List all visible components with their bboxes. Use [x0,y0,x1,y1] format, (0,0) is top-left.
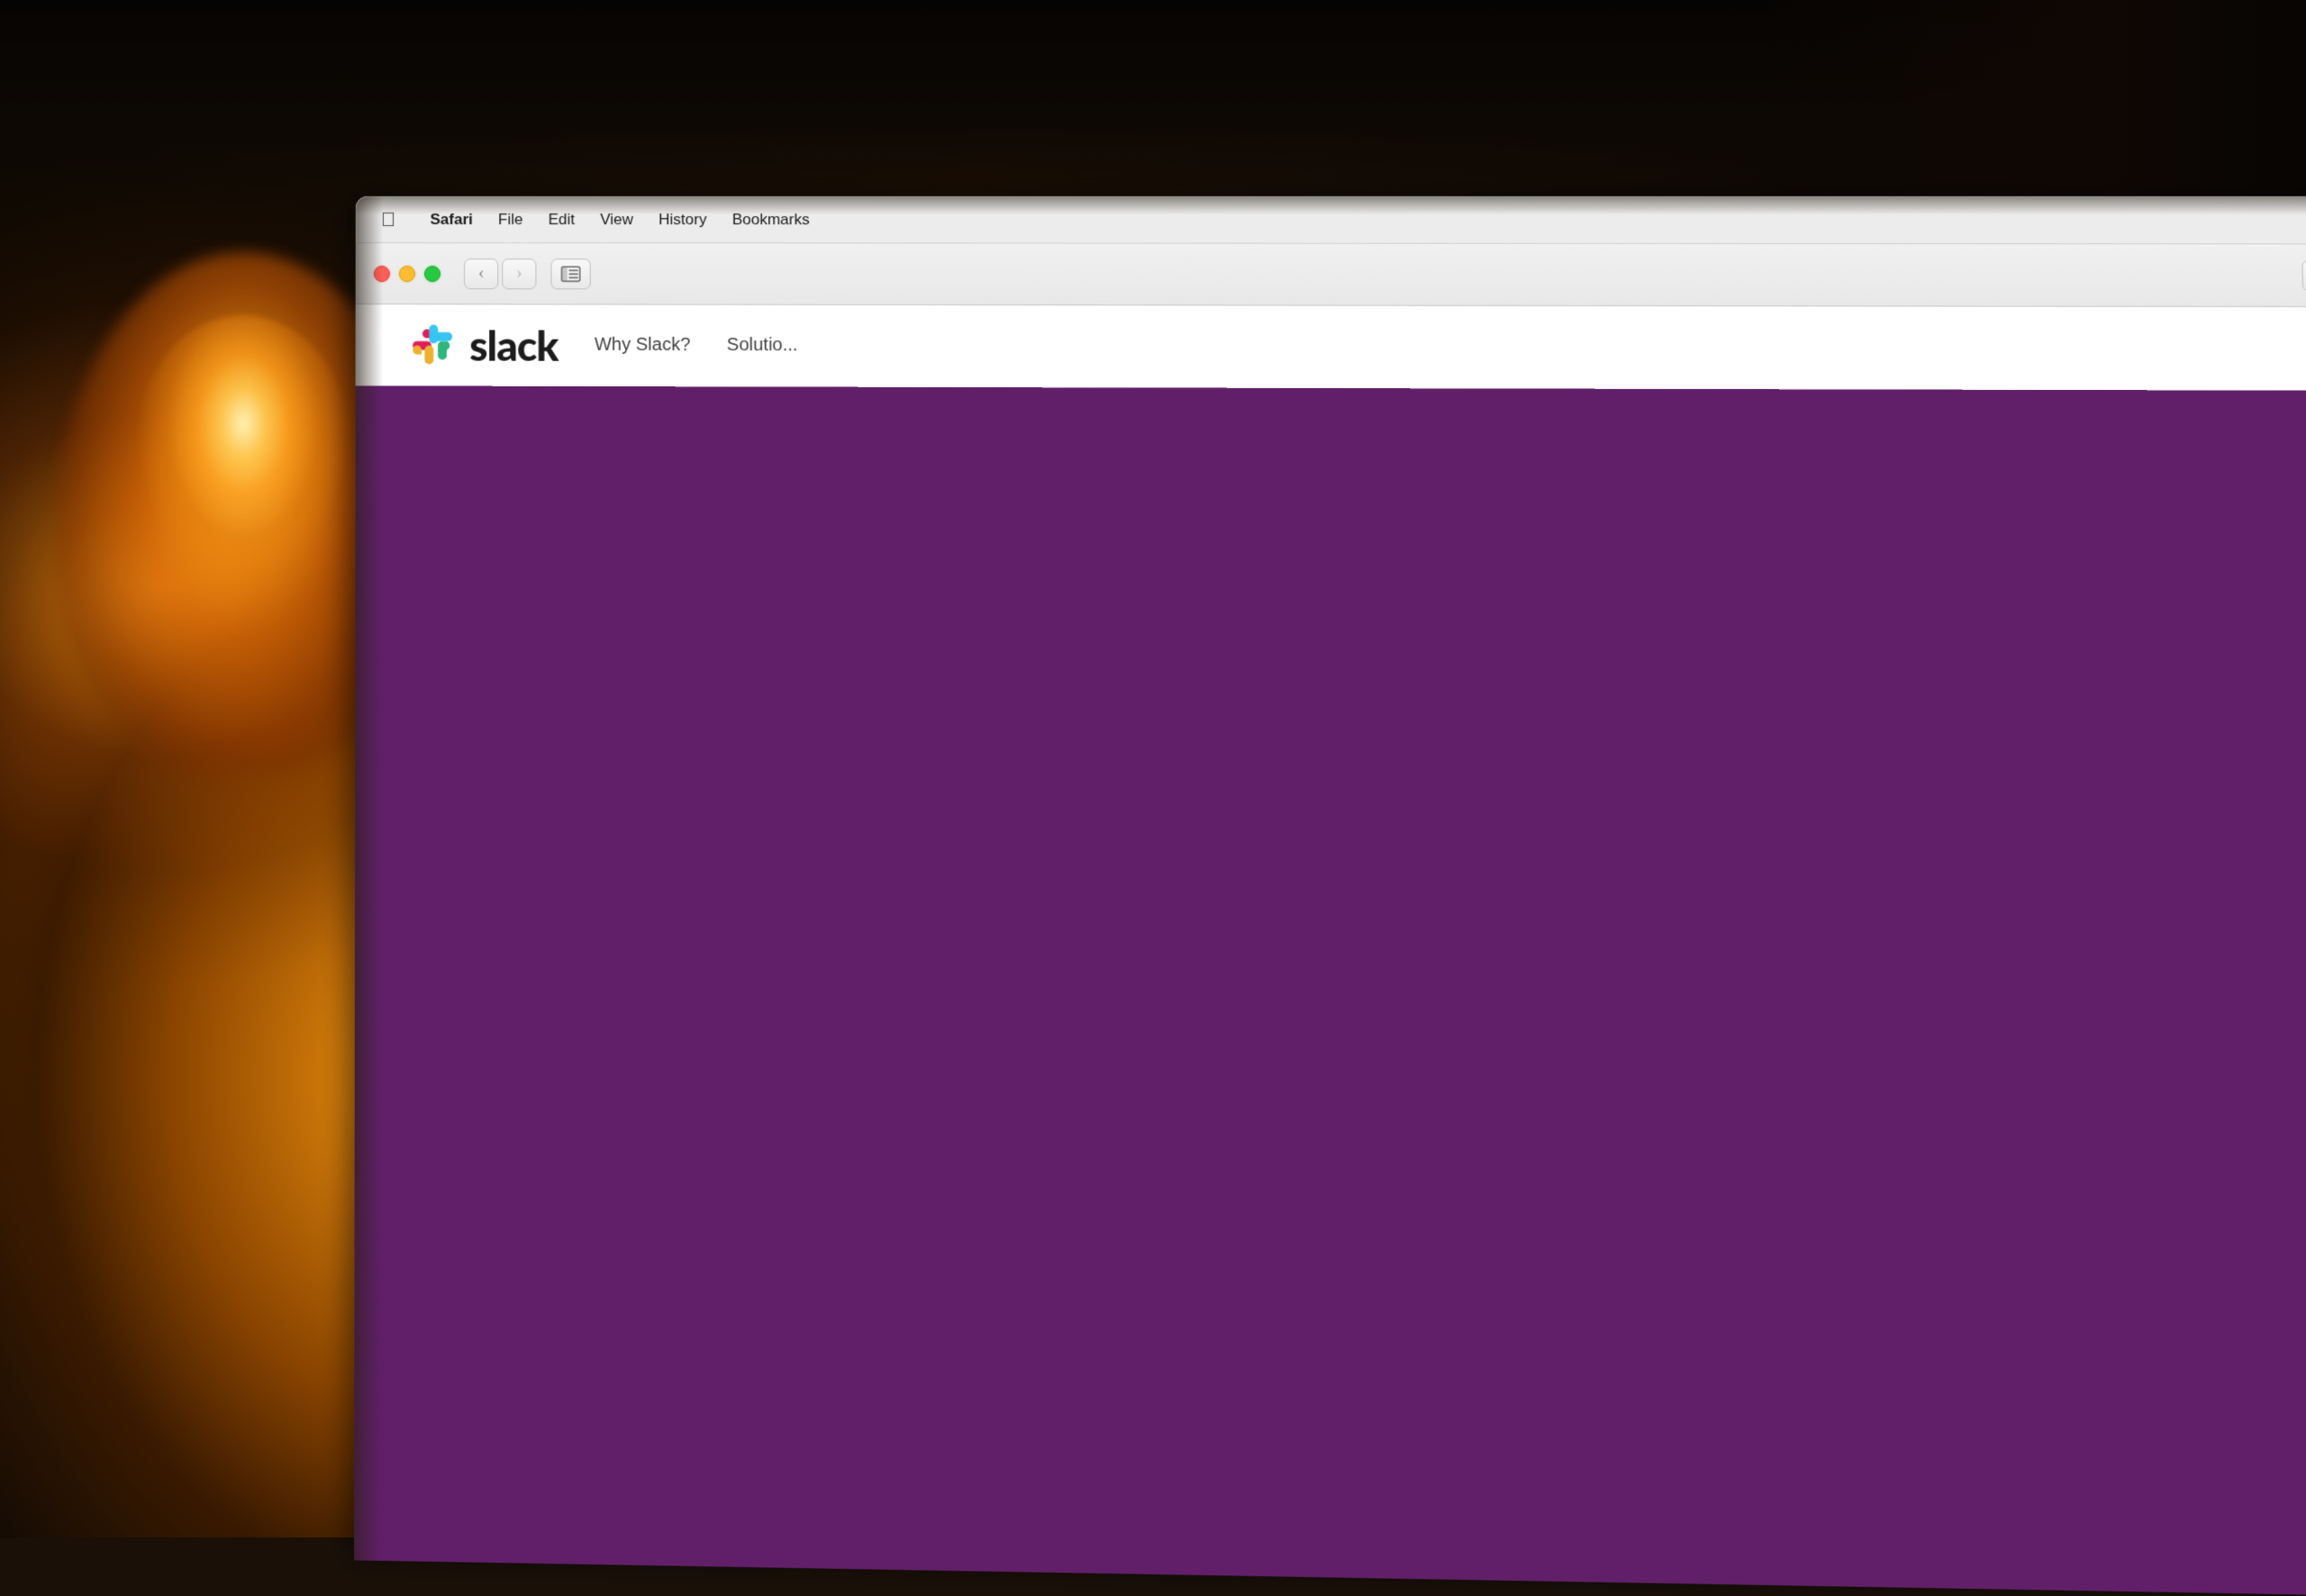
grid-button[interactable] [2301,259,2306,291]
fullscreen-button[interactable] [424,266,440,282]
slack-nav-solutions[interactable]: Solutio... [727,335,798,356]
close-button[interactable] [374,266,390,282]
menu-safari[interactable]: Safari [417,196,485,243]
macbook-screen:  Safari File Edit View History Bookmark… [354,196,2306,1596]
sidebar-toggle-icon [561,266,581,282]
slack-nav-why-slack[interactable]: Why Slack? [595,335,691,356]
slack-wordmark: slack [469,320,558,369]
macos-menubar:  Safari File Edit View History Bookmark… [356,196,2306,244]
menu-history[interactable]: History [646,196,720,243]
sidebar-toggle-button[interactable] [551,258,591,289]
slack-navbar: slack Why Slack? Solutio... [356,304,2306,391]
back-button[interactable]: ‹ [464,258,498,289]
website-content: slack Why Slack? Solutio... [354,304,2306,1596]
browser-chrome: ‹ › [356,243,2306,307]
slack-purple-hero [354,385,2306,1596]
lamp-filament [135,315,351,585]
menu-file[interactable]: File [486,196,536,243]
apple-menu-icon[interactable]:  [381,207,396,231]
slack-logo-icon [410,322,457,368]
traffic-lights [374,266,440,282]
slack-logo[interactable]: slack [410,320,558,370]
forward-icon: › [516,263,522,284]
forward-button[interactable]: › [502,258,536,289]
address-bar[interactable] [605,274,2306,276]
nav-buttons: ‹ › [464,258,536,289]
menu-edit[interactable]: Edit [535,196,587,243]
menu-view[interactable]: View [587,196,646,243]
minimize-button[interactable] [399,266,415,282]
menu-bookmarks[interactable]: Bookmarks [720,196,822,243]
back-icon: ‹ [478,263,485,284]
